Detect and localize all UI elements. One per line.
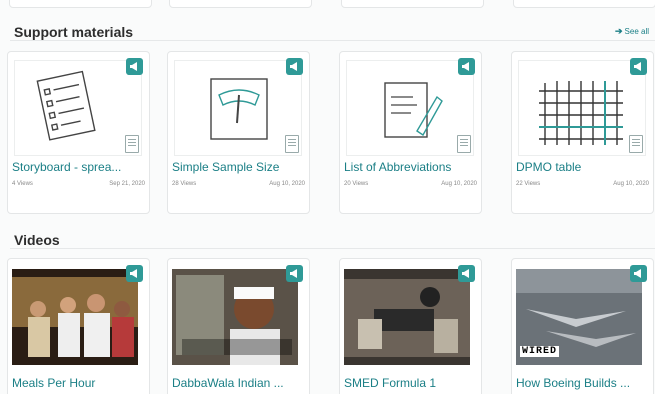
card-title[interactable]: Storyboard - sprea...: [12, 160, 142, 174]
support-card[interactable]: DPMO table 22 Views Aug 10, 2020: [511, 51, 654, 214]
file-icon: [629, 135, 643, 153]
card-thumbnail: [346, 60, 474, 156]
file-icon: [285, 135, 299, 153]
date: Aug 10, 2020: [441, 181, 477, 187]
megaphone-icon[interactable]: [286, 58, 303, 75]
video-card[interactable]: WIRED How Boeing Builds ...: [511, 258, 654, 394]
video-thumbnail: [172, 269, 298, 365]
video-thumbnail: [12, 269, 138, 365]
card-meta: 4 Views Sep 21, 2020: [12, 181, 145, 187]
card-stub: [513, 0, 655, 8]
date: Sep 21, 2020: [109, 181, 145, 187]
support-card[interactable]: Storyboard - sprea... 4 Views Sep 21, 20…: [7, 51, 150, 214]
support-card[interactable]: List of Abbreviations 20 Views Aug 10, 2…: [339, 51, 482, 214]
megaphone-icon[interactable]: [126, 265, 143, 282]
card-stub: [341, 0, 484, 8]
megaphone-icon[interactable]: [458, 265, 475, 282]
date: Aug 10, 2020: [269, 181, 305, 187]
card-meta: 22 Views Aug 10, 2020: [516, 181, 649, 187]
videos-section-title: Videos: [14, 232, 60, 248]
video-card[interactable]: Meals Per Hour: [7, 258, 150, 394]
card-title[interactable]: Simple Sample Size: [172, 160, 302, 174]
card-stub: [169, 0, 312, 8]
arrow-right-icon: ➔: [614, 26, 623, 36]
video-thumbnail: [344, 269, 470, 365]
video-card[interactable]: SMED Formula 1: [339, 258, 482, 394]
card-meta: 28 Views Aug 10, 2020: [172, 181, 305, 187]
video-thumbnail: WIRED: [516, 269, 642, 365]
card-thumbnail: [14, 60, 142, 156]
view-count: 4 Views: [12, 181, 33, 187]
card-title[interactable]: How Boeing Builds ...: [516, 376, 646, 390]
card-meta: 20 Views Aug 10, 2020: [344, 181, 477, 187]
view-count: 22 Views: [516, 181, 541, 187]
section-divider: [10, 40, 655, 41]
scale-icon: [210, 78, 268, 140]
card-title[interactable]: SMED Formula 1: [344, 376, 474, 390]
support-card[interactable]: Simple Sample Size 28 Views Aug 10, 2020: [167, 51, 310, 214]
file-icon: [125, 135, 139, 153]
previous-row-cards: [0, 0, 655, 10]
support-section-title: Support materials: [14, 24, 134, 40]
notepad-pencil-icon: [384, 82, 443, 138]
card-title[interactable]: List of Abbreviations: [344, 160, 474, 174]
megaphone-icon[interactable]: [630, 58, 647, 75]
view-count: 20 Views: [344, 181, 369, 187]
megaphone-icon[interactable]: [286, 265, 303, 282]
video-card[interactable]: DabbaWala Indian ...: [167, 258, 310, 394]
card-title[interactable]: Meals Per Hour: [12, 376, 142, 390]
megaphone-icon[interactable]: [630, 265, 647, 282]
card-stub: [9, 0, 152, 8]
file-icon: [457, 135, 471, 153]
checklist-icon: [36, 70, 96, 141]
wired-logo: WIRED: [520, 346, 560, 357]
see-all-label: See all: [624, 27, 649, 36]
megaphone-icon[interactable]: [458, 58, 475, 75]
card-thumbnail: [174, 60, 302, 156]
section-divider: [10, 248, 655, 249]
date: Aug 10, 2020: [613, 181, 649, 187]
see-all-link[interactable]: ➔ See all: [615, 26, 649, 37]
card-title[interactable]: DPMO table: [516, 160, 646, 174]
card-thumbnail: [518, 60, 646, 156]
view-count: 28 Views: [172, 181, 197, 187]
megaphone-icon[interactable]: [126, 58, 143, 75]
card-title[interactable]: DabbaWala Indian ...: [172, 376, 302, 390]
grid-table-icon: [539, 81, 623, 145]
